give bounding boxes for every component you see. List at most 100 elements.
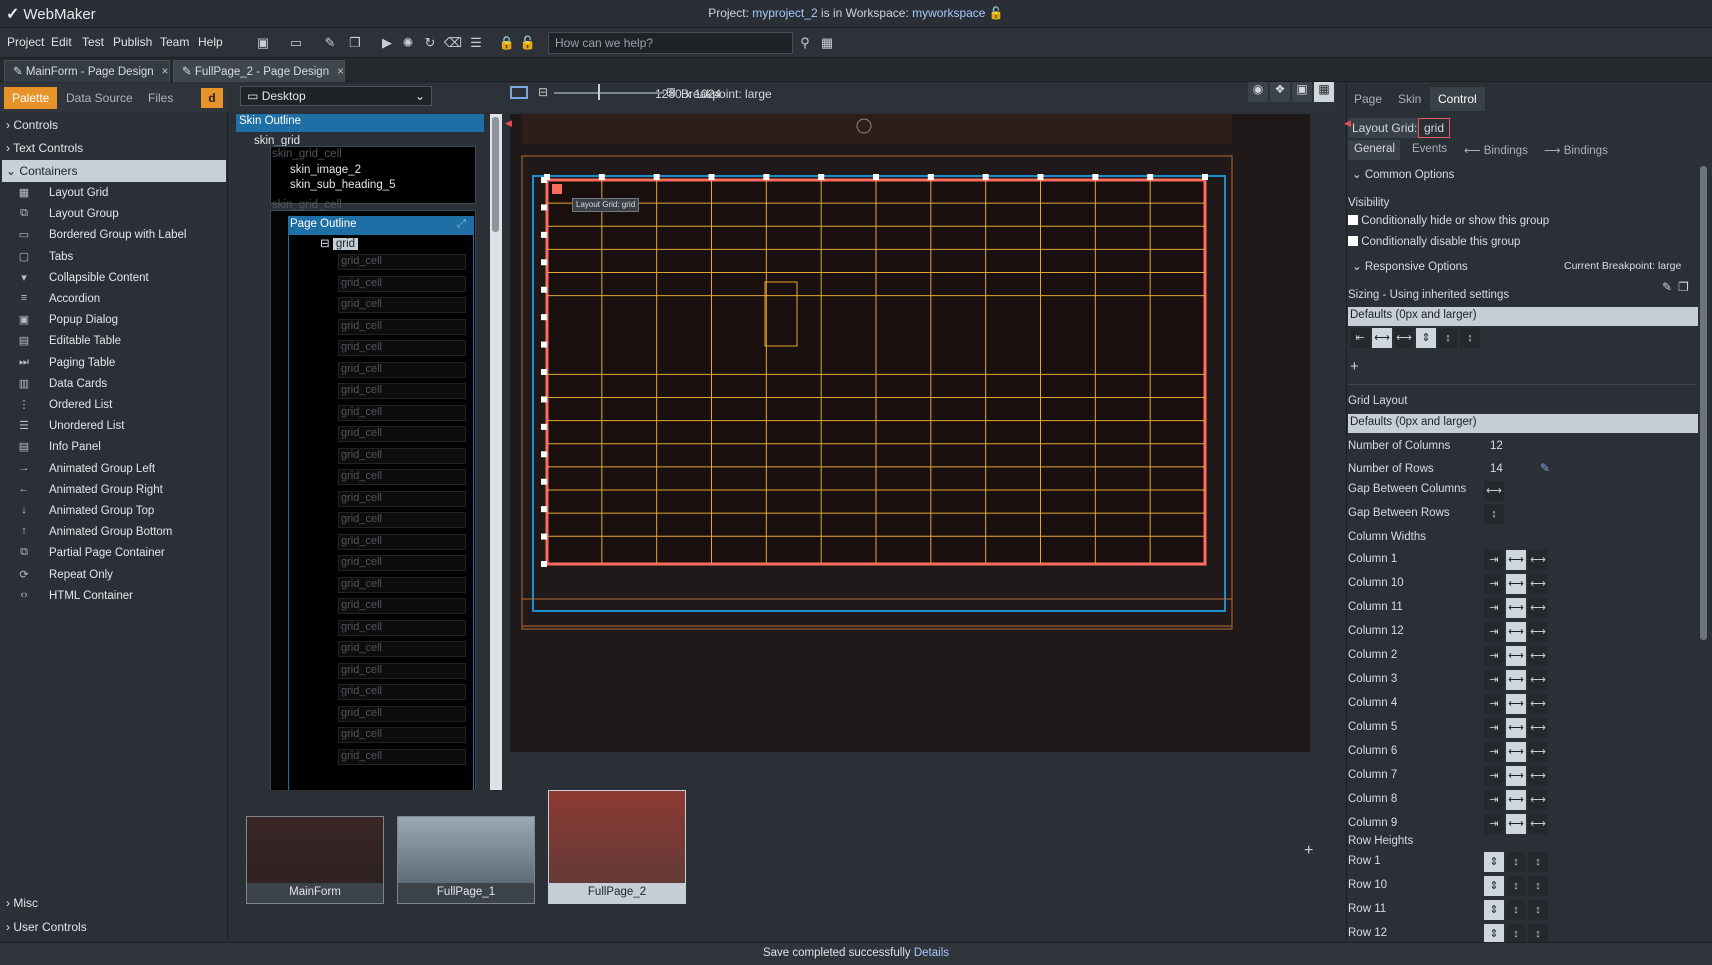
row-handle[interactable] [541, 286, 547, 293]
column-width-button-0[interactable]: ⇥ [1484, 766, 1504, 786]
palette-item-animated-group-top[interactable]: ↓ Animated Group Top [2, 500, 226, 523]
subtab-events[interactable]: Events [1412, 143, 1447, 155]
column-width-button-2[interactable]: ⟷ [1528, 742, 1548, 762]
properties-scrollbar[interactable] [1700, 166, 1707, 640]
menu-publish[interactable]: Publish [113, 35, 152, 49]
cond-disable-checkbox[interactable]: Conditionally disable this group [1348, 236, 1520, 248]
expand-icon[interactable]: ⤢ [457, 218, 466, 231]
row-height-button-2[interactable]: ↕ [1528, 876, 1548, 896]
palette-item-info-panel[interactable]: ▤ Info Panel [2, 436, 226, 459]
row-height-button-2[interactable]: ↕ [1528, 924, 1548, 944]
palette-item-paging-table[interactable]: ⏭ Paging Table [2, 352, 226, 375]
menu-team[interactable]: Team [160, 35, 189, 49]
outline-grid-cell[interactable]: grid_cell [338, 533, 466, 550]
grid-node[interactable]: ⊟ grid [320, 236, 359, 250]
section-containers[interactable]: ⌄ Containers [2, 160, 226, 182]
eye-icon[interactable]: ◉ [1248, 82, 1268, 102]
row-handle[interactable] [541, 177, 547, 183]
sizing-button-2[interactable]: ⟷ [1394, 328, 1414, 348]
outline-grid-cell[interactable]: grid_cell [338, 748, 466, 765]
outline-grid-cell[interactable]: grid_cell [338, 383, 466, 399]
palette-item-unordered-list[interactable]: ☰ Unordered List [2, 415, 226, 438]
outline-grid-cell[interactable]: grid_cell [338, 576, 466, 593]
menu-edit[interactable]: Edit [51, 35, 72, 49]
run-icon[interactable]: ▶ [377, 33, 397, 53]
column-handle[interactable] [598, 174, 605, 180]
checkbox-box[interactable] [1348, 215, 1358, 225]
windows-icon[interactable]: ❐ [1678, 280, 1689, 294]
column-width-button-1[interactable]: ⟷ [1506, 670, 1526, 690]
refresh-icon[interactable]: ↻ [420, 33, 440, 53]
unlock-icon[interactable]: 🔓 [989, 6, 1004, 20]
row-height-button-1[interactable]: ↕ [1506, 924, 1526, 944]
column-handle[interactable] [1092, 174, 1099, 180]
num-rows-value[interactable]: 14 [1490, 463, 1503, 475]
layout-grid-value[interactable]: grid [1418, 118, 1450, 138]
column-width-button-2[interactable]: ⟷ [1528, 646, 1548, 666]
column-handle[interactable] [982, 174, 989, 180]
menu-help[interactable]: Help [198, 35, 223, 49]
skin-grid-cell-2[interactable]: skin_grid_cell [272, 199, 342, 211]
column-handle[interactable] [1147, 174, 1154, 180]
column-handle[interactable] [708, 174, 715, 180]
add-page-icon[interactable]: + [1304, 842, 1313, 860]
zoom-out-icon[interactable]: ⊟ [538, 85, 548, 99]
column-width-button-1[interactable]: ⟷ [1506, 646, 1526, 666]
outline-grid-cell[interactable]: grid_cell [338, 490, 466, 507]
palette-mode-button[interactable]: d [201, 88, 223, 108]
section-user-controls[interactable]: › User Controls [2, 916, 226, 938]
palette-item-layout-grid[interactable]: ▦ Layout Grid [2, 182, 226, 205]
palette-item-bordered-group-with-label[interactable]: ▭ Bordered Group with Label [2, 224, 226, 247]
column-width-button-1[interactable]: ⟷ [1506, 814, 1526, 834]
outline-grid-cell[interactable]: grid_cell [338, 705, 466, 722]
unlock-small-icon[interactable]: 🔓 [518, 33, 538, 53]
monitor-icon[interactable]: ▭ [286, 33, 306, 53]
column-width-button-2[interactable]: ⟷ [1528, 670, 1548, 690]
zoom-slider-thumb[interactable] [598, 84, 600, 100]
palette-item-ordered-list[interactable]: ⋮ Ordered List [2, 394, 226, 417]
row-handle[interactable] [541, 314, 547, 321]
column-width-button-1[interactable]: ⟷ [1506, 742, 1526, 762]
subtab-bindings-out[interactable]: ⟶ Bindings [1544, 143, 1608, 157]
outline-grid-cell[interactable]: grid_cell [338, 684, 466, 700]
outline-grid-cell[interactable]: grid_cell [338, 426, 466, 442]
thumb-fullpage2[interactable]: FullPage_2 [548, 790, 686, 904]
thumb-mainform[interactable]: MainForm [246, 816, 384, 904]
outline-grid-cell[interactable]: grid_cell [338, 297, 466, 313]
column-width-button-0[interactable]: ⇥ [1484, 550, 1504, 570]
column-width-button-2[interactable]: ⟷ [1528, 574, 1548, 594]
row-height-button-0[interactable]: ⇕ [1484, 924, 1504, 944]
palette-item-popup-dialog[interactable]: ▣ Popup Dialog [2, 309, 226, 332]
row-handle[interactable] [541, 231, 547, 238]
column-width-button-1[interactable]: ⟷ [1506, 694, 1526, 714]
column-width-button-2[interactable]: ⟷ [1528, 550, 1548, 570]
palette-item-layout-group[interactable]: ⧉ Layout Group [2, 203, 226, 226]
section-controls[interactable]: › Controls [2, 114, 226, 136]
column-width-button-2[interactable]: ⟷ [1528, 598, 1548, 618]
outline-grid-cell[interactable]: grid_cell [338, 254, 466, 270]
palette-item-animated-group-bottom[interactable]: ↑ Animated Group Bottom [2, 521, 226, 544]
outline-grid-cell[interactable]: grid_cell [338, 641, 466, 657]
row-height-button-2[interactable]: ↕ [1528, 852, 1548, 872]
column-handle[interactable] [653, 174, 660, 180]
sizing-button-5[interactable]: ↕ [1460, 328, 1480, 348]
outline-grid-cell[interactable]: grid_cell [338, 512, 466, 528]
column-width-button-2[interactable]: ⟷ [1528, 790, 1548, 810]
tab-page[interactable]: Page [1354, 92, 1382, 106]
pencil-icon[interactable]: ✎ [1540, 461, 1550, 475]
row-height-button-2[interactable]: ↕ [1528, 900, 1548, 920]
help-search-input[interactable]: How can we help? [548, 32, 793, 54]
section-misc[interactable]: › Misc [2, 892, 226, 914]
close-icon[interactable]: × [337, 66, 344, 78]
sizing-button-1[interactable]: ⟷ [1372, 328, 1392, 348]
close-icon[interactable]: × [162, 66, 169, 78]
save-icon[interactable]: ▣ [253, 33, 273, 53]
outline-grid-cell[interactable]: grid_cell [338, 447, 466, 464]
column-width-button-1[interactable]: ⟷ [1506, 598, 1526, 618]
column-width-button-1[interactable]: ⟷ [1506, 550, 1526, 570]
row-handle[interactable] [541, 423, 547, 430]
grid-toggle-icon[interactable]: ▦ [1314, 82, 1334, 102]
tab-files[interactable]: Files [148, 91, 173, 105]
outline-grid-cell[interactable]: grid_cell [338, 404, 466, 421]
outline-grid-cell[interactable]: grid_cell [338, 727, 466, 743]
